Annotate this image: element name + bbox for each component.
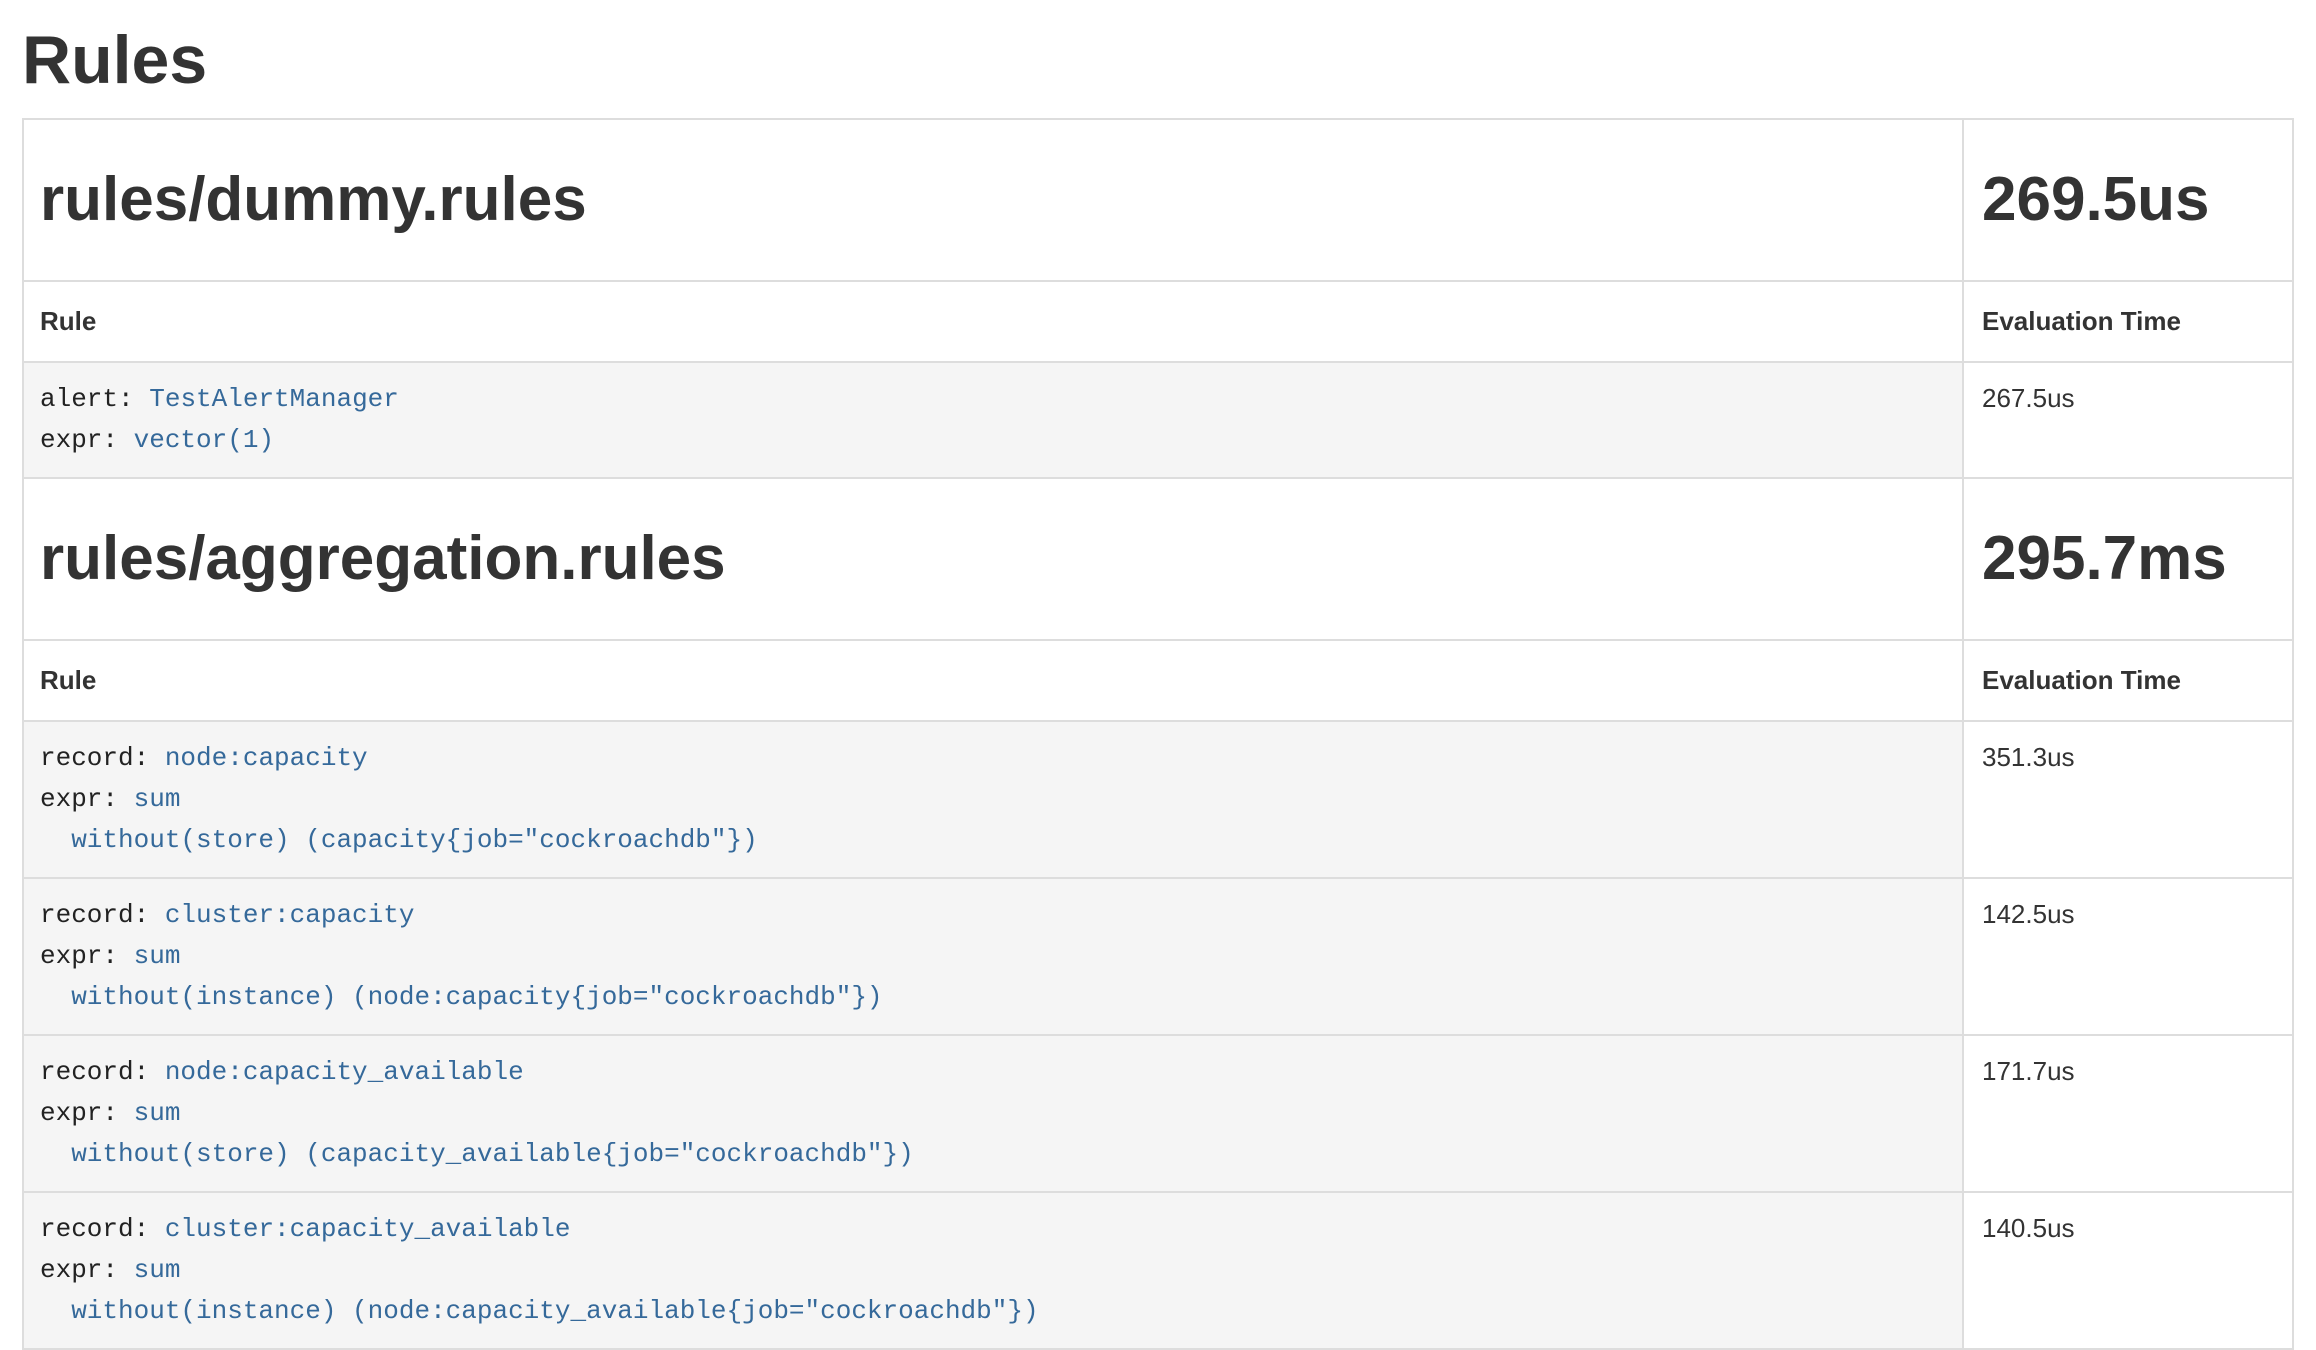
rule-row: alert: TestAlertManagerexpr: vector(1)26… bbox=[23, 362, 2293, 478]
group-eval-time: 295.7ms bbox=[1982, 525, 2274, 593]
rule-cell: alert: TestAlertManagerexpr: vector(1) bbox=[23, 362, 1963, 478]
rule-code-line: alert: TestAlertManager bbox=[40, 379, 1946, 420]
rule-name-link[interactable]: node:capacity_available bbox=[165, 1057, 524, 1087]
rule-keyword-label: record: bbox=[40, 743, 149, 773]
group-name-cell: rules/dummy.rules bbox=[23, 119, 1963, 281]
page-title: Rules bbox=[22, 26, 2294, 94]
rule-code-line: record: cluster:capacity_available bbox=[40, 1209, 1946, 1250]
group-name-cell: rules/aggregation.rules bbox=[23, 478, 1963, 640]
rule-code-line: record: node:capacity_available bbox=[40, 1052, 1946, 1093]
rule-code-line: expr: sum bbox=[40, 936, 1946, 977]
rule-name-link[interactable]: TestAlertManager bbox=[149, 384, 399, 414]
group-header-row: rules/dummy.rules 269.5us bbox=[23, 119, 2293, 281]
group-eval-time: 269.5us bbox=[1982, 166, 2274, 234]
rule-eval-time: 351.3us bbox=[1963, 721, 2293, 878]
rule-column-header: Rule bbox=[23, 281, 1963, 362]
rule-keyword-label: record: bbox=[40, 1214, 149, 1244]
rule-code-line: without(store) (capacity_available{job="… bbox=[40, 1134, 1946, 1175]
rule-code: record: cluster:capacity_availableexpr: … bbox=[40, 1209, 1946, 1332]
rule-row: record: cluster:capacity_availableexpr: … bbox=[23, 1192, 2293, 1349]
rule-name-link[interactable]: node:capacity bbox=[165, 743, 368, 773]
rule-name-link[interactable]: cluster:capacity_available bbox=[165, 1214, 571, 1244]
rules-table: rules/dummy.rules269.5usRuleEvaluation T… bbox=[22, 118, 2294, 1350]
rule-code-line: record: node:capacity bbox=[40, 738, 1946, 779]
rule-keyword-label: expr: bbox=[40, 784, 118, 814]
rule-code: record: node:capacityexpr: sum without(s… bbox=[40, 738, 1946, 861]
rule-code-line: expr: sum bbox=[40, 1093, 1946, 1134]
rule-code: record: node:capacity_availableexpr: sum… bbox=[40, 1052, 1946, 1175]
rule-code-line: record: cluster:capacity bbox=[40, 895, 1946, 936]
group-time-cell: 295.7ms bbox=[1963, 478, 2293, 640]
rule-row: record: node:capacityexpr: sum without(s… bbox=[23, 721, 2293, 878]
rule-expr-link[interactable]: sum bbox=[134, 784, 181, 814]
rule-expr-link[interactable]: sum bbox=[134, 941, 181, 971]
rule-eval-time: 267.5us bbox=[1963, 362, 2293, 478]
rules-page: Rules rules/dummy.rules269.5usRuleEvalua… bbox=[0, 26, 2316, 1350]
rule-cell: record: node:capacityexpr: sum without(s… bbox=[23, 721, 1963, 878]
rule-row: record: node:capacity_availableexpr: sum… bbox=[23, 1035, 2293, 1192]
rule-row: record: cluster:capacityexpr: sum withou… bbox=[23, 878, 2293, 1035]
rule-keyword-label: expr: bbox=[40, 941, 118, 971]
group-time-cell: 269.5us bbox=[1963, 119, 2293, 281]
rule-keyword-label: alert: bbox=[40, 384, 134, 414]
rule-code-line: expr: sum bbox=[40, 779, 1946, 820]
rule-expr-link[interactable]: without(store) (capacity_available{job="… bbox=[40, 1139, 914, 1169]
rule-keyword-label: expr: bbox=[40, 425, 118, 455]
rule-expr-link[interactable]: sum bbox=[134, 1098, 181, 1128]
rule-expr-link[interactable]: without(store) (capacity{job="cockroachd… bbox=[40, 825, 758, 855]
rule-code: record: cluster:capacityexpr: sum withou… bbox=[40, 895, 1946, 1018]
rule-file-name: rules/aggregation.rules bbox=[40, 525, 1946, 593]
rule-cell: record: node:capacity_availableexpr: sum… bbox=[23, 1035, 1963, 1192]
rule-code-line: expr: sum bbox=[40, 1250, 1946, 1291]
rule-code-line: without(instance) (node:capacity_availab… bbox=[40, 1291, 1946, 1332]
rule-cell: record: cluster:capacityexpr: sum withou… bbox=[23, 878, 1963, 1035]
rule-code-line: expr: vector(1) bbox=[40, 420, 1946, 461]
column-header-row: RuleEvaluation Time bbox=[23, 281, 2293, 362]
rule-eval-time: 171.7us bbox=[1963, 1035, 2293, 1192]
rule-eval-time: 140.5us bbox=[1963, 1192, 2293, 1349]
rule-file-name: rules/dummy.rules bbox=[40, 166, 1946, 234]
rule-expr-link[interactable]: sum bbox=[134, 1255, 181, 1285]
column-header-row: RuleEvaluation Time bbox=[23, 640, 2293, 721]
rule-expr-link[interactable]: vector(1) bbox=[134, 425, 274, 455]
rule-expr-link[interactable]: without(instance) (node:capacity{job="co… bbox=[40, 982, 883, 1012]
rule-keyword-label: expr: bbox=[40, 1255, 118, 1285]
group-header-row: rules/aggregation.rules 295.7ms bbox=[23, 478, 2293, 640]
eval-time-column-header: Evaluation Time bbox=[1963, 640, 2293, 721]
rule-cell: record: cluster:capacity_availableexpr: … bbox=[23, 1192, 1963, 1349]
rule-name-link[interactable]: cluster:capacity bbox=[165, 900, 415, 930]
rule-keyword-label: expr: bbox=[40, 1098, 118, 1128]
rule-code-line: without(store) (capacity{job="cockroachd… bbox=[40, 820, 1946, 861]
rule-eval-time: 142.5us bbox=[1963, 878, 2293, 1035]
rules-table-body: rules/dummy.rules269.5usRuleEvaluation T… bbox=[23, 119, 2293, 1349]
rule-keyword-label: record: bbox=[40, 1057, 149, 1087]
rule-code: alert: TestAlertManagerexpr: vector(1) bbox=[40, 379, 1946, 461]
rule-column-header: Rule bbox=[23, 640, 1963, 721]
rule-code-line: without(instance) (node:capacity{job="co… bbox=[40, 977, 1946, 1018]
rule-keyword-label: record: bbox=[40, 900, 149, 930]
eval-time-column-header: Evaluation Time bbox=[1963, 281, 2293, 362]
